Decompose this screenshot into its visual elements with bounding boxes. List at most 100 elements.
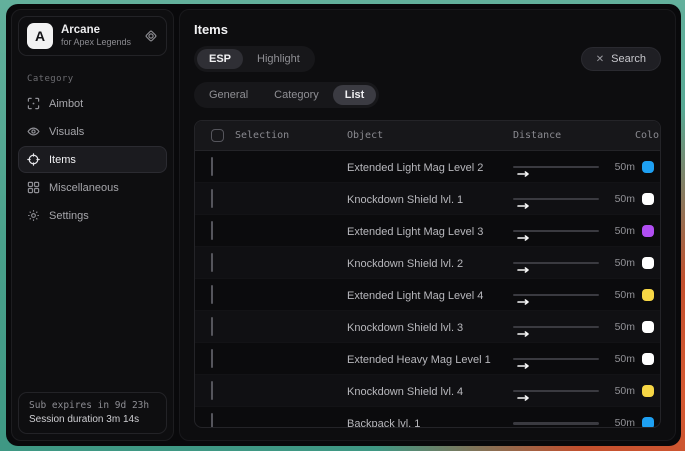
slider-knob-icon[interactable] (517, 420, 530, 426)
diamond-emblem-icon[interactable] (144, 29, 158, 43)
slider-knob-icon[interactable] (517, 324, 530, 330)
distance-value: 50m (615, 353, 635, 365)
column-header-selection: Selection (235, 130, 289, 141)
app-window: A Arcane for Apex Legends Category Aimbo… (6, 4, 681, 446)
app-logo: A (27, 23, 53, 49)
color-swatch[interactable] (642, 193, 654, 205)
row-checkbox[interactable] (211, 285, 213, 304)
slider-knob-icon[interactable] (517, 260, 530, 266)
distance-value: 50m (615, 417, 635, 428)
session-info-box: Sub expires in 9d 23h Session duration 3… (18, 392, 167, 434)
row-checkbox[interactable] (211, 221, 213, 240)
slider-knob-icon[interactable] (517, 228, 530, 234)
crosshair-icon (27, 97, 40, 110)
app-name: Arcane (61, 23, 136, 37)
row-checkbox[interactable] (211, 317, 213, 336)
search-button-label: Search (611, 53, 646, 65)
distance-slider[interactable] (513, 386, 599, 396)
column-header-distance: Distance (513, 130, 635, 141)
sidebar-item-label: Visuals (49, 126, 84, 138)
table-row: Knockdown Shield lvl. 4 50m (195, 375, 660, 407)
tab-highlight[interactable]: Highlight (245, 49, 312, 69)
select-all-checkbox[interactable] (211, 129, 224, 142)
distance-value: 50m (615, 385, 635, 397)
distance-slider[interactable] (513, 162, 599, 172)
row-checkbox[interactable] (211, 157, 213, 176)
distance-value: 50m (615, 321, 635, 333)
distance-slider[interactable] (513, 322, 599, 332)
object-name: Extended Light Mag Level 2 (347, 162, 483, 174)
slider-knob-icon[interactable] (517, 164, 530, 170)
distance-slider[interactable] (513, 354, 599, 364)
object-name: Knockdown Shield lvl. 2 (347, 258, 463, 270)
table-row: Extended Light Mag Level 3 50m (195, 215, 660, 247)
sidebar-item-miscellaneous[interactable]: Miscellaneous (18, 174, 167, 201)
color-swatch[interactable] (642, 353, 654, 365)
color-swatch[interactable] (642, 321, 654, 333)
distance-value: 50m (615, 289, 635, 301)
mode-tabgroup: ESPHighlight (194, 46, 315, 72)
page-title: Items (194, 22, 661, 37)
sidebar-item-label: Aimbot (49, 98, 83, 110)
distance-value: 50m (615, 225, 635, 237)
sidebar-item-label: Miscellaneous (49, 182, 119, 194)
table-row: Knockdown Shield lvl. 2 50m (195, 247, 660, 279)
gear-icon (27, 209, 40, 222)
table-row: Knockdown Shield lvl. 1 50m (195, 183, 660, 215)
distance-slider[interactable] (513, 226, 599, 236)
object-name: Knockdown Shield lvl. 1 (347, 194, 463, 206)
search-button[interactable]: ✕ Search (581, 47, 661, 71)
sidebar-nav: Aimbot Visuals Items Miscellaneous Settings (12, 90, 173, 229)
distance-slider[interactable] (513, 194, 599, 204)
distance-value: 50m (615, 161, 635, 173)
row-checkbox[interactable] (211, 413, 213, 428)
sidebar-item-label: Settings (49, 210, 89, 222)
tab-esp[interactable]: ESP (197, 49, 243, 69)
session-duration-text: Session duration 3m 14s (29, 414, 156, 425)
object-name: Backpack lvl. 1 (347, 418, 420, 428)
color-swatch[interactable] (642, 289, 654, 301)
column-header-object: Object (347, 130, 513, 141)
view-tabgroup: GeneralCategoryList (194, 82, 379, 108)
row-checkbox[interactable] (211, 189, 213, 208)
sidebar: A Arcane for Apex Legends Category Aimbo… (11, 9, 174, 441)
row-checkbox[interactable] (211, 349, 213, 368)
object-name: Knockdown Shield lvl. 4 (347, 386, 463, 398)
main-panel: Items ESPHighlight ✕ Search GeneralCateg… (179, 9, 676, 441)
tab-list[interactable]: List (333, 85, 377, 105)
distance-slider[interactable] (513, 290, 599, 300)
object-name: Extended Heavy Mag Level 1 (347, 354, 491, 366)
distance-value: 50m (615, 257, 635, 269)
sidebar-item-visuals[interactable]: Visuals (18, 118, 167, 145)
slider-knob-icon[interactable] (517, 292, 530, 298)
row-checkbox[interactable] (211, 253, 213, 272)
tab-category[interactable]: Category (262, 85, 331, 105)
app-title-block: Arcane for Apex Legends (61, 23, 136, 49)
table-body: Extended Light Mag Level 250mKnockdown S… (195, 151, 660, 428)
color-swatch[interactable] (642, 225, 654, 237)
slider-knob-icon[interactable] (517, 388, 530, 394)
object-name: Extended Light Mag Level 3 (347, 226, 483, 238)
target-icon (27, 153, 40, 166)
grid-icon (27, 181, 40, 194)
object-name: Knockdown Shield lvl. 3 (347, 322, 463, 334)
items-table: Selection Object Distance Color Extended… (194, 120, 661, 428)
distance-slider[interactable] (513, 258, 599, 268)
row-checkbox[interactable] (211, 381, 213, 400)
table-header-row: Selection Object Distance Color (195, 121, 660, 151)
tab-general[interactable]: General (197, 85, 260, 105)
object-name: Extended Light Mag Level 4 (347, 290, 483, 302)
color-swatch[interactable] (642, 417, 654, 428)
distance-value: 50m (615, 193, 635, 205)
slider-knob-icon[interactable] (517, 196, 530, 202)
sidebar-item-aimbot[interactable]: Aimbot (18, 90, 167, 117)
table-row: Extended Light Mag Level 2 50m (195, 151, 660, 183)
slider-knob-icon[interactable] (517, 356, 530, 362)
sidebar-item-items[interactable]: Items (18, 146, 167, 173)
color-swatch[interactable] (642, 385, 654, 397)
color-swatch[interactable] (642, 257, 654, 269)
distance-slider[interactable] (513, 418, 599, 428)
sidebar-item-settings[interactable]: Settings (18, 202, 167, 229)
eye-icon (27, 125, 40, 138)
color-swatch[interactable] (642, 161, 654, 173)
